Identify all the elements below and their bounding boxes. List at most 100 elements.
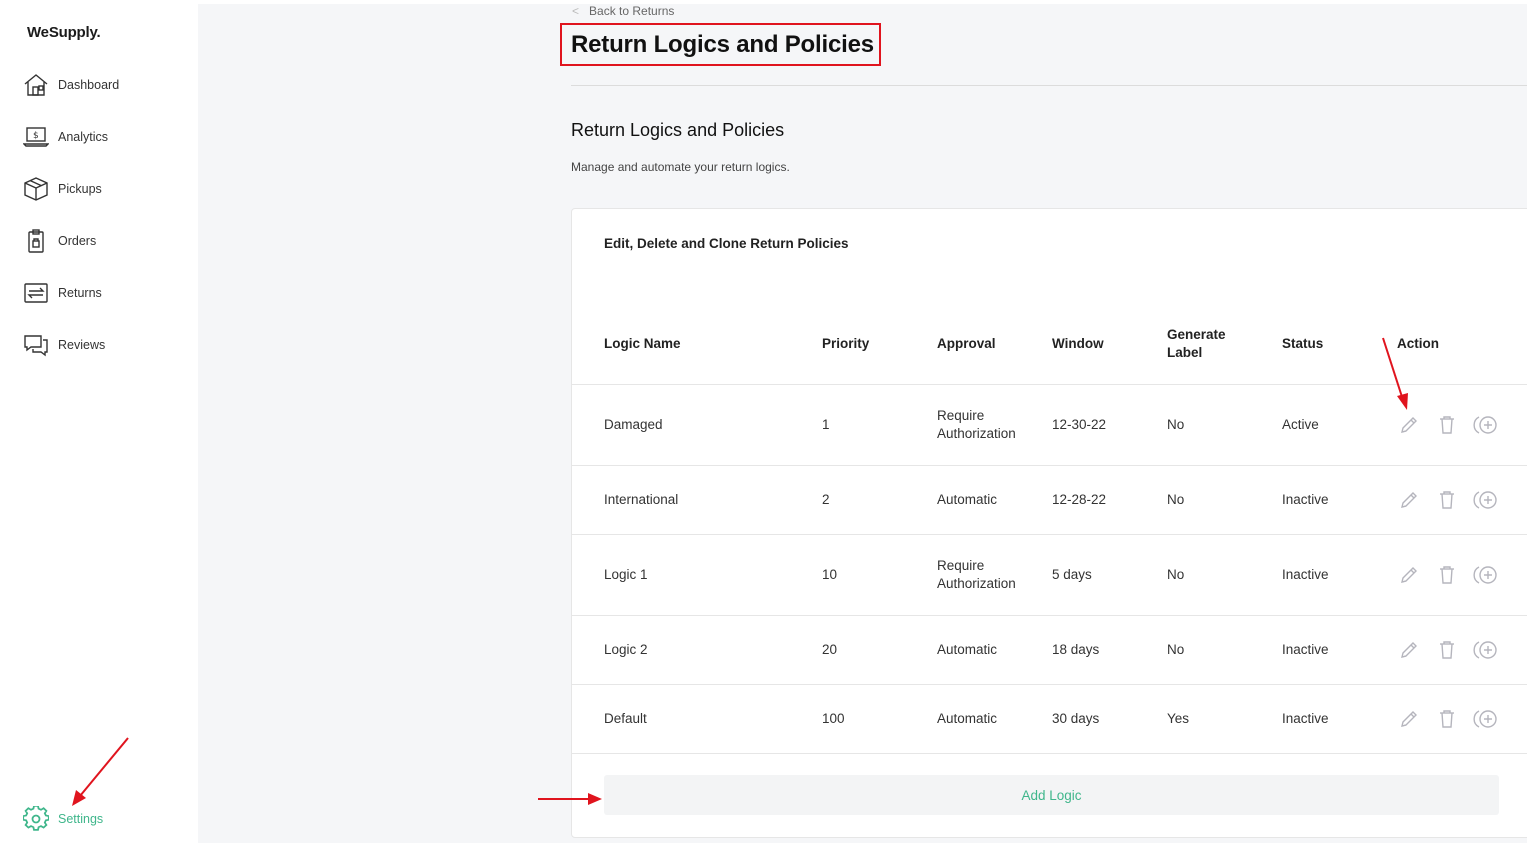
- cell-status: Inactive: [1282, 492, 1329, 507]
- returns-icon: [23, 280, 49, 306]
- back-to-returns-link[interactable]: < Back to Returns: [572, 4, 674, 18]
- delete-trash-icon[interactable]: [1439, 563, 1455, 587]
- sidebar-item-label: Pickups: [58, 182, 102, 196]
- svg-text:$: $: [33, 131, 39, 141]
- edit-pencil-icon[interactable]: [1398, 488, 1420, 512]
- cell-window: 30 days: [1052, 711, 1100, 726]
- delete-trash-icon[interactable]: [1439, 638, 1455, 662]
- approval-line2: Authorization: [937, 426, 1016, 441]
- table-bottom-border: [572, 753, 1527, 754]
- cell-logic-name: Logic 2: [604, 642, 648, 657]
- approval-line1: Require: [937, 408, 985, 423]
- card-title: Edit, Delete and Clone Return Policies: [604, 236, 849, 251]
- cell-generate-label: No: [1167, 642, 1185, 657]
- cell-priority: 10: [822, 567, 838, 582]
- add-logic-button[interactable]: Add Logic: [604, 775, 1499, 815]
- cell-approval: Require Authorization: [937, 557, 1016, 593]
- column-header-generate-label: Generate Label: [1167, 326, 1226, 362]
- cell-logic-name: Default: [604, 711, 647, 726]
- top-strip: [198, 0, 1527, 4]
- delete-trash-icon[interactable]: [1439, 707, 1455, 731]
- table-row: Logic 2 20 Automatic 18 days No Inactive: [572, 615, 1527, 684]
- annotation-arrow-edit: [1382, 337, 1408, 410]
- cell-status: Active: [1282, 417, 1319, 432]
- cell-priority: 1: [822, 417, 830, 432]
- clone-icon[interactable]: [1472, 413, 1500, 437]
- column-header-window: Window: [1052, 336, 1104, 351]
- sidebar-item-returns[interactable]: Returns: [23, 279, 102, 307]
- approval-line2: Authorization: [937, 576, 1016, 591]
- cell-logic-name: Logic 1: [604, 567, 648, 582]
- cell-priority: 2: [822, 492, 830, 507]
- cell-window: 12-28-22: [1052, 492, 1107, 507]
- cell-generate-label: Yes: [1167, 711, 1190, 726]
- column-header-status: Status: [1282, 336, 1324, 351]
- delete-trash-icon[interactable]: [1439, 488, 1455, 512]
- cell-logic-name: International: [604, 492, 679, 507]
- table-row: International 2 Automatic 12-28-22 No Inactiv…: [572, 465, 1527, 534]
- clone-icon[interactable]: [1472, 488, 1500, 512]
- clipboard-icon: [23, 228, 49, 254]
- clone-icon[interactable]: [1472, 563, 1500, 587]
- cell-window: 18 days: [1052, 642, 1100, 657]
- cell-generate-label: No: [1167, 417, 1185, 432]
- column-header-generate-line2: Label: [1167, 345, 1203, 360]
- sidebar-item-analytics[interactable]: $ Analytics: [23, 123, 108, 151]
- approval-line1: Automatic: [937, 492, 998, 507]
- approval-line1: Automatic: [937, 711, 998, 726]
- cell-priority: 100: [822, 711, 845, 726]
- table-row: Logic 1 10 Require Authorization 5 days No Ina…: [572, 534, 1527, 615]
- sidebar-item-label: Orders: [58, 234, 97, 248]
- app-logo: WeSupply.: [27, 24, 101, 41]
- approval-line1: Require: [937, 558, 985, 573]
- clone-icon[interactable]: [1472, 638, 1500, 662]
- gear-icon: [23, 806, 49, 832]
- sidebar-item-dashboard[interactable]: Dashboard: [23, 71, 119, 99]
- sidebar: WeSupply. Dashboard $ Analytics Pickups: [0, 0, 198, 843]
- sidebar-item-pickups[interactable]: Pickups: [23, 175, 102, 203]
- annotation-arrow-settings: [72, 737, 129, 806]
- annotation-arrow-add-logic: [538, 793, 602, 805]
- cell-approval: Require Authorization: [937, 407, 1016, 443]
- sidebar-item-label: Dashboard: [58, 78, 120, 92]
- table-row: Default 100 Automatic 30 days Yes Inactive: [572, 684, 1527, 753]
- column-header-logic-name: Logic Name: [604, 336, 681, 351]
- edit-pencil-icon[interactable]: [1398, 638, 1420, 662]
- home-icon: [23, 72, 49, 98]
- section-title: Return Logics and Policies: [571, 120, 785, 140]
- policies-card: Edit, Delete and Clone Return Policies L…: [571, 208, 1527, 838]
- cell-logic-name: Damaged: [604, 417, 663, 432]
- sidebar-item-label: Returns: [58, 286, 102, 300]
- cell-window: 5 days: [1052, 567, 1092, 582]
- cell-approval: Automatic: [937, 491, 997, 509]
- chevron-left-icon: <: [572, 4, 580, 18]
- page-title-highlight: Return Logics and Policies: [560, 23, 881, 66]
- sidebar-item-reviews[interactable]: Reviews: [23, 331, 105, 359]
- clone-icon[interactable]: [1472, 707, 1500, 731]
- cell-status: Inactive: [1282, 567, 1329, 582]
- section-subtitle: Manage and automate your return logics.: [571, 160, 790, 174]
- cell-generate-label: No: [1167, 492, 1185, 507]
- cell-approval: Automatic: [937, 710, 997, 728]
- cell-generate-label: No: [1167, 567, 1185, 582]
- column-header-approval: Approval: [937, 336, 996, 351]
- cell-priority: 20: [822, 642, 838, 657]
- box-icon: [23, 176, 49, 202]
- sidebar-item-label: Analytics: [58, 130, 109, 144]
- divider: [571, 85, 1527, 86]
- sidebar-item-label: Reviews: [58, 338, 106, 352]
- cell-status: Inactive: [1282, 642, 1329, 657]
- column-header-generate-line1: Generate: [1167, 327, 1226, 342]
- cell-status: Inactive: [1282, 711, 1329, 726]
- approval-line1: Automatic: [937, 642, 998, 657]
- page-title: Return Logics and Policies: [571, 30, 874, 58]
- delete-trash-icon[interactable]: [1439, 413, 1455, 437]
- edit-pencil-icon[interactable]: [1398, 707, 1420, 731]
- back-link-label: Back to Returns: [589, 4, 675, 18]
- sidebar-item-orders[interactable]: Orders: [23, 227, 96, 255]
- cell-window: 12-30-22: [1052, 417, 1107, 432]
- cell-approval: Automatic: [937, 641, 997, 659]
- column-header-priority: Priority: [822, 336, 870, 351]
- edit-pencil-icon[interactable]: [1398, 563, 1420, 587]
- analytics-icon: $: [23, 124, 49, 150]
